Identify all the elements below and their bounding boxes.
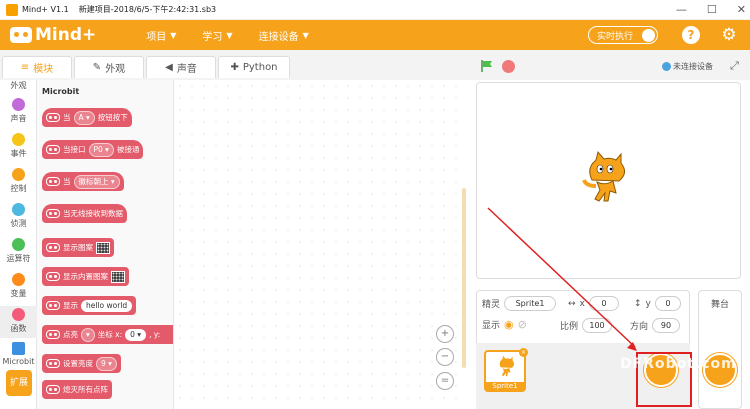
block-when-gesture[interactable]: 当徽标朝上 ▾: [42, 172, 124, 191]
category-dot: [12, 98, 25, 111]
script-workspace[interactable]: [174, 80, 466, 409]
file-title: 新建项目-2018/6/5-下午2:42:31.sb3: [78, 5, 217, 14]
category-events[interactable]: 事件: [0, 133, 37, 159]
python-icon: ✚: [230, 62, 239, 73]
pin-dropdown[interactable]: P0 ▾: [88, 142, 114, 157]
category-operators[interactable]: 运算符: [0, 238, 37, 264]
palette-title: Microbit: [42, 87, 80, 96]
gear-icon[interactable]: ⚙: [720, 26, 738, 44]
chevron-down-icon: ▼: [302, 30, 309, 40]
microbit-icon: [46, 272, 60, 281]
block-palette: Microbit 当A ▾ 按钮按下 当接口 P0 ▾ 被接通 当徽标朝上 ▾ 当无线…: [37, 80, 174, 409]
category-dot: [12, 238, 25, 251]
cat-sprite-icon[interactable]: [582, 150, 628, 208]
connect-device-menu[interactable]: 连接设备 ▼: [259, 28, 309, 43]
block-when-button-pressed[interactable]: 当A ▾ 按钮按下: [42, 108, 132, 127]
close-button[interactable]: ✕: [737, 3, 746, 16]
zoom-in-icon[interactable]: +: [436, 325, 454, 343]
workspace-scrollbar[interactable]: [462, 188, 466, 368]
chevron-down-icon: ▼: [170, 30, 177, 40]
watermark: DFRobot.com.cn: [620, 356, 750, 372]
speaker-icon: ◀: [165, 62, 173, 73]
sprite-thumbnail[interactable]: × Sprite1: [484, 348, 528, 392]
block-when-pin-connected[interactable]: 当接口 P0 ▾ 被接通: [42, 140, 144, 159]
block-clear-all[interactable]: 熄灭所有点阵: [42, 380, 112, 399]
category-variables[interactable]: 变量: [0, 273, 37, 299]
block-plot-led[interactable]: 点亮 ▾ 坐标 x: 0 ▾, y:: [42, 325, 173, 344]
zoom-reset-icon[interactable]: =: [436, 372, 454, 390]
category-dot: [12, 168, 25, 181]
category-dot: [12, 133, 25, 146]
sprite-thumbnail-label: Sprite1: [486, 382, 524, 390]
stage-label: 舞台: [710, 300, 729, 310]
project-menu[interactable]: 项目 ▼: [146, 28, 176, 43]
block-set-brightness[interactable]: 设置亮度 9 ▾: [42, 354, 121, 373]
gesture-dropdown[interactable]: 徽标朝上 ▾: [73, 174, 120, 189]
microbit-icon: [46, 330, 60, 339]
category-dot: [12, 203, 25, 216]
text-input[interactable]: hello world: [81, 299, 133, 312]
y-input[interactable]: 0: [654, 296, 681, 311]
category-functions[interactable]: 函数: [0, 306, 37, 338]
toggle-knob: [642, 29, 655, 42]
connection-status[interactable]: 未连接设备: [662, 61, 713, 72]
category-dot: [12, 308, 25, 321]
microbit-icon: [46, 113, 60, 122]
microbit-icon: [46, 209, 60, 218]
block-show-pattern[interactable]: 显示图案: [42, 238, 114, 257]
stage-panel[interactable]: 舞台: [698, 290, 742, 409]
logo: Mind+: [10, 25, 96, 45]
zoom-out-icon[interactable]: −: [436, 348, 454, 366]
app-icon: [6, 3, 18, 16]
tab-sounds[interactable]: ◀ 声音: [146, 56, 216, 78]
chevron-down-icon: ▼: [226, 30, 233, 40]
microbit-icon: [46, 243, 60, 252]
led-matrix-icon[interactable]: [111, 270, 125, 283]
block-when-radio-received[interactable]: 当无线接收到数据: [42, 204, 127, 223]
tab-blocks[interactable]: ≡ 模块: [2, 56, 72, 78]
category-microbit[interactable]: Microbit: [0, 342, 37, 366]
help-button[interactable]: ?: [682, 26, 700, 44]
device-icon: [662, 62, 671, 71]
category-dot: [12, 273, 25, 286]
title-bar: Mind+ V1.1 新建项目-2018/6/5-下午2:42:31.sb3 —…: [0, 0, 750, 20]
block-show-builtin-pattern[interactable]: 显示内置图案: [42, 267, 129, 286]
tab-bar: ≡ 模块 ✎ 外观 ◀ 声音 ✚ Python: [0, 50, 750, 80]
brightness-dropdown[interactable]: 9 ▾: [96, 356, 117, 371]
category-looks[interactable]: 外观: [0, 80, 37, 91]
plot-dropdown[interactable]: ▾: [81, 327, 95, 342]
button-dropdown[interactable]: A ▾: [73, 110, 95, 125]
tab-python[interactable]: ✚ Python: [218, 56, 290, 78]
app-title: Mind+ V1.1: [22, 5, 69, 14]
microbit-icon: [46, 385, 60, 394]
fullscreen-icon[interactable]: ⤢: [730, 59, 739, 73]
maximize-button[interactable]: ☐: [707, 3, 717, 16]
category-sound[interactable]: 声音: [0, 98, 37, 124]
category-sensing[interactable]: 侦测: [0, 203, 37, 229]
blocks-icon: ≡: [20, 62, 30, 73]
minimize-button[interactable]: —: [676, 3, 687, 16]
microbit-icon: [46, 359, 60, 368]
menu-bar: Mind+ 项目 ▼ 学习 ▼ 连接设备 ▼ 实时执行 ? ⚙: [0, 20, 750, 50]
cat-thumbnail-icon: [499, 355, 515, 377]
robot-logo-icon: [10, 27, 32, 43]
category-list: 外观 声音 事件 控制 侦测 运算符 变量 函数 Microbit: [0, 80, 37, 409]
brush-icon: ✎: [92, 62, 102, 73]
microbit-icon: [46, 301, 60, 310]
stop-icon[interactable]: [502, 60, 515, 73]
annotation-arrow: [487, 207, 637, 351]
learn-menu[interactable]: 学习 ▼: [202, 28, 232, 43]
green-flag-icon[interactable]: [480, 59, 494, 73]
x-input[interactable]: 0 ▾: [125, 328, 147, 341]
microbit-icon: [46, 145, 60, 154]
led-matrix-icon[interactable]: [96, 241, 110, 254]
microbit-icon: [46, 177, 60, 186]
extensions-button[interactable]: 扩展: [6, 370, 32, 396]
category-control[interactable]: 控制: [0, 168, 37, 194]
microbit-icon: [12, 342, 25, 355]
tab-costumes[interactable]: ✎ 外观: [74, 56, 144, 78]
realtime-toggle[interactable]: 实时执行: [588, 26, 658, 44]
direction-input[interactable]: 90: [652, 318, 681, 333]
block-show-text[interactable]: 显示 hello world: [42, 296, 137, 315]
